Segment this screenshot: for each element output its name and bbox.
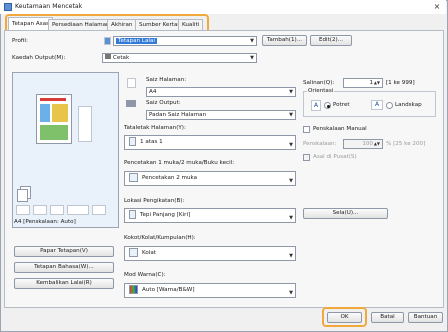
preview-image [40, 125, 68, 140]
window-title: Keutamaan Mencetak [15, 3, 83, 10]
booklet-icon[interactable] [92, 205, 106, 215]
duplex-value: Pencetakan 2 muka [142, 175, 198, 181]
preview-line [40, 98, 66, 101]
color-mode-value: Auto [Warna/B&W] [142, 287, 195, 293]
help-button[interactable]: Bantuan [408, 312, 443, 323]
landscape-icon: A [371, 100, 383, 110]
output-size-select[interactable]: Padan Saiz Halaman ▼ [146, 110, 296, 120]
duplex-select[interactable]: Pencetakan 2 muka ▼ [124, 171, 296, 186]
chevron-down-icon: ▼ [289, 112, 293, 118]
binding-edge-icon [129, 210, 136, 219]
collate-icon [129, 248, 138, 257]
gutter-button[interactable]: Sela(U)... [303, 208, 388, 219]
color-mode-select[interactable]: Auto [Warna/B&W] ▼ [124, 283, 296, 298]
preview-status: A4 [Penskalaan: Auto] [14, 219, 76, 225]
landscape-radio[interactable] [386, 102, 393, 109]
profile-select[interactable]: Tetapan Lalai ▼ [113, 36, 257, 46]
chevron-down-icon: ▼ [289, 89, 293, 95]
profile-icon [104, 37, 111, 45]
close-button[interactable]: × [431, 1, 443, 12]
from-center-label: Asal di Pusat(S) [313, 154, 357, 160]
edit-profile-button[interactable]: Edit(2)... [310, 35, 352, 46]
color-icon[interactable] [50, 205, 64, 215]
scaling-label: Penskalaan: [303, 141, 337, 147]
output-method-value: Cetak [113, 55, 130, 61]
preview-image [40, 104, 50, 122]
manual-scaling-label: Penskalaan Manual [313, 126, 367, 132]
spinner-icon[interactable]: ▲▼ [374, 140, 380, 148]
page-size-select[interactable]: A4 ▼ [146, 87, 296, 97]
layout-1-up-icon [129, 137, 136, 146]
copies-input[interactable]: 1 ▲▼ [343, 78, 383, 88]
portrait-label: Potret [333, 102, 350, 108]
chevron-down-icon: ▼ [289, 290, 293, 296]
preview-side-page [78, 106, 92, 142]
view-settings-button[interactable]: Papar Tetapan(V) [14, 246, 114, 257]
color-mode-icon [129, 285, 138, 294]
chevron-down-icon: ▼ [289, 142, 293, 148]
ok-highlight [322, 307, 367, 327]
language-settings-button[interactable]: Tetapan Bahasa(W)... [14, 262, 114, 273]
printer-icon [4, 3, 12, 11]
color-mode-label: Mod Warna(C): [124, 272, 166, 278]
duplex-print-icon [129, 173, 138, 182]
duplex-icon[interactable] [33, 205, 47, 215]
output-size-label: Saiz Output: [146, 100, 181, 106]
from-center-checkbox[interactable] [303, 154, 310, 161]
scaling-range: % [25 ke 200] [386, 141, 426, 147]
page-layout-select[interactable]: 1 atas 1 ▼ [124, 135, 296, 150]
manual-scaling-checkbox[interactable] [303, 126, 310, 133]
profile-label: Profil: [12, 38, 28, 44]
binding-select[interactable]: Tepi Panjang [Kiri] ▼ [124, 208, 296, 223]
orientation-label: Orientasi [307, 88, 335, 94]
collate-select[interactable]: Kolat ▼ [124, 246, 296, 261]
copies-range: [1 ke 999] [386, 80, 415, 86]
collate-value: Kolat [142, 250, 156, 256]
add-profile-button[interactable]: Tambah(1)... [262, 35, 307, 46]
chevron-down-icon: ▼ [289, 215, 293, 221]
profile-value: Tetapan Lalai [116, 38, 157, 44]
page-size-label: Saiz Halaman: [146, 77, 187, 83]
copies-value: 1 [369, 80, 373, 86]
layout-icon[interactable] [67, 205, 89, 215]
cancel-button[interactable]: Batal [371, 312, 404, 323]
staple-icon[interactable] [16, 205, 30, 215]
portrait-icon: A [311, 100, 321, 111]
preview-image [52, 104, 68, 122]
page-size-value: A4 [149, 89, 157, 95]
page-size-icon [127, 78, 136, 88]
copies-label: Salinan(Q): [303, 80, 335, 86]
chevron-down-icon: ▼ [250, 38, 254, 44]
portrait-radio[interactable] [324, 102, 331, 109]
collate-label: Kokot/Kolat/Kumpulan(H): [124, 235, 196, 241]
copies-stack-icon [17, 189, 28, 202]
output-method-select[interactable]: Cetak ▼ [102, 53, 257, 63]
page-layout-value: 1 atas 1 [140, 139, 163, 145]
output-size-value: Padan Saiz Halaman [149, 112, 207, 118]
duplex-label: Pencetakan 1 muka/2 muka/Buku kecil: [124, 160, 235, 166]
chevron-down-icon: ▼ [289, 253, 293, 259]
page-layout-label: Tataletak Halaman(Y): [124, 125, 186, 131]
chevron-down-icon: ▼ [250, 55, 254, 61]
landscape-label: Landskap [395, 102, 422, 108]
printer-output-icon [126, 100, 136, 107]
scaling-value: 100 [362, 141, 373, 147]
output-method-label: Kaedah Output(M): [12, 55, 66, 61]
print-icon [105, 54, 111, 59]
binding-label: Lokasi Pengikatan(B): [124, 198, 185, 204]
chevron-down-icon: ▼ [289, 178, 293, 184]
restore-defaults-button[interactable]: Kembalikan Lalai(R) [14, 278, 114, 289]
binding-value: Tepi Panjang [Kiri] [140, 212, 191, 218]
spinner-icon[interactable]: ▲▼ [374, 79, 380, 87]
scaling-input[interactable]: 100 ▲▼ [343, 139, 383, 149]
